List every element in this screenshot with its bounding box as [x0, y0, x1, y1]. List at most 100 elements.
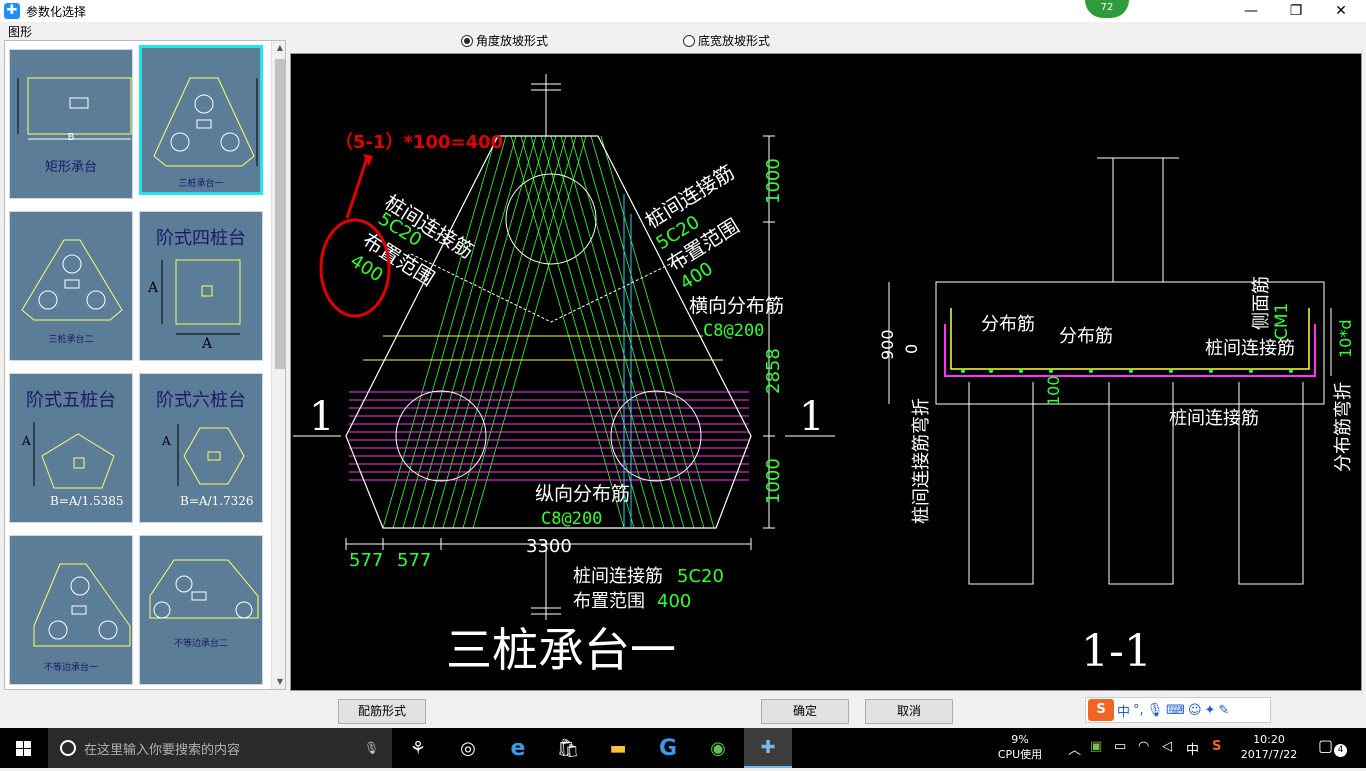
radio-angle-slope[interactable]: 角度放坡形式 — [461, 32, 548, 49]
thumb-caption: 阶式四桩台 — [156, 228, 246, 249]
section-dist-label-2: 分布筋 — [1059, 326, 1113, 347]
section-conn-label: 桩间连接筋 — [1205, 338, 1295, 359]
thumb-three-pile-2[interactable]: 三桩承台二 — [9, 211, 133, 361]
app-icon: ✚ — [4, 3, 20, 19]
scroll-thumb[interactable] — [275, 59, 285, 369]
scroll-up-icon[interactable]: ▲ — [272, 43, 285, 52]
microphone-icon[interactable]: 🎙 — [1147, 703, 1164, 718]
dim-0-group: 0 — [902, 344, 921, 354]
title-bar: ✚ 参数化选择 72 — ❐ ✕ — [0, 0, 1366, 22]
left-bend-label: 桩间连接筋弯折 — [911, 398, 932, 524]
thumb-caption: 不等边承台一 — [43, 663, 98, 673]
ime-punct[interactable]: °, — [1133, 703, 1144, 718]
battery-icon[interactable]: ▭ — [1114, 739, 1126, 754]
section-title: 1-1 — [1081, 626, 1152, 677]
skin-icon[interactable]: ✦ — [1205, 703, 1216, 718]
thumb-rect-cap[interactable]: B 矩形承台 — [9, 49, 133, 199]
dim-width: 3300 — [526, 536, 572, 557]
close-button[interactable]: ✕ — [1318, 0, 1364, 22]
dim-0: 0 — [902, 344, 921, 354]
ok-button[interactable]: 确定 — [761, 699, 849, 724]
microphone-icon[interactable]: 🎙 — [364, 741, 379, 755]
cancel-button[interactable]: 取消 — [865, 699, 953, 724]
bottom-range-value: 400 — [657, 591, 691, 612]
keyboard-icon[interactable]: ⌨ — [1166, 703, 1185, 718]
ime-toolbar[interactable]: S 中 °, 🎙 ⌨ ☺ ✦ ✎ — [1085, 697, 1271, 723]
thumb-step-4pile[interactable]: 阶式四桩台 A A — [139, 211, 263, 361]
dim-top-group: 1000 — [763, 158, 784, 204]
browser-green-icon[interactable]: ◉ — [694, 728, 742, 768]
store-icon[interactable]: 🛍 — [544, 728, 592, 768]
cpu-percent: 9% — [1011, 733, 1029, 746]
minimize-button[interactable]: — — [1228, 0, 1274, 22]
dim-10d: 10*d — [1336, 319, 1355, 358]
thumb-dim-a: A — [148, 280, 159, 296]
dim-10d-group: 10*d — [1336, 319, 1355, 358]
dim-100: 100 — [1044, 375, 1063, 406]
section-mark-left: 1 — [309, 394, 334, 440]
side-rebar-spec: CM1 — [1272, 303, 1292, 340]
clock-date: 2017/7/22 — [1240, 748, 1298, 761]
maximize-button[interactable]: ❐ — [1273, 0, 1319, 22]
thumb-step-6pile[interactable]: 阶式六桩台 A B=A/1.7326 — [139, 373, 263, 523]
thumb-step-5pile[interactable]: 阶式五桩台 A B=A/1.5385 — [9, 373, 133, 523]
taskbar-search[interactable]: 在这里输入你要搜索的内容 🎙 — [48, 728, 392, 768]
cpu-label: CPU使用 — [997, 748, 1043, 761]
cpu-meter[interactable]: 9% CPU使用 — [985, 732, 1055, 762]
task-view-icon[interactable]: ⚘ — [394, 728, 442, 768]
thumb-list-scrollbar[interactable]: ▲ ▼ — [271, 41, 285, 689]
app-swirl-icon[interactable]: ◎ — [444, 728, 492, 768]
left-bend-group: 桩间连接筋弯折 — [911, 398, 932, 524]
clock[interactable]: 10:20 2017/7/22 — [1236, 732, 1302, 762]
thumb-formula: B=A/1.5385 — [50, 494, 124, 508]
network-icon[interactable]: ◠ — [1138, 739, 1149, 754]
sogou-logo-icon[interactable]: S — [1088, 699, 1114, 721]
sogou-tray-icon[interactable]: S — [1212, 739, 1221, 754]
slope-mode-radio-group: 角度放坡形式 底宽放坡形式 — [290, 28, 1362, 52]
horiz-dist-spec: C8@200 — [703, 321, 764, 341]
radio-label: 底宽放坡形式 — [698, 34, 771, 48]
file-explorer-icon[interactable]: ▬ — [594, 728, 642, 768]
start-button[interactable] — [0, 728, 48, 768]
dim-bot-group: 1000 — [763, 458, 784, 504]
annotation-formula: （5-1）*100=400 — [335, 132, 503, 153]
tray-chevron-icon[interactable]: ︿ — [1068, 739, 1081, 758]
ime-mode[interactable]: 中 — [1117, 701, 1130, 720]
shape-thumbnail-list: B 矩形承台 三桩承台一 三桩承台二 阶式四桩台 A A 阶式五桩台 A B=A… — [4, 40, 286, 690]
wrench-icon[interactable]: ✎ — [1218, 703, 1229, 718]
action-center-icon[interactable]: ▢ 4 — [1318, 736, 1354, 760]
input-lang[interactable]: 中 — [1186, 739, 1199, 758]
window-title: 参数化选择 — [26, 4, 87, 19]
thumb-three-pile-1[interactable]: 三桩承台一 — [139, 45, 263, 195]
glodon-app-icon[interactable]: G — [644, 728, 692, 768]
section-conn-label-2: 桩间连接筋 — [1169, 408, 1259, 429]
windows-logo-icon — [16, 741, 31, 756]
thumb-unequal-1[interactable]: 不等边承台一 — [9, 535, 133, 685]
thumb-unequal-2-graphic — [149, 559, 259, 619]
rebar-form-button[interactable]: 配筋形式 — [338, 699, 426, 724]
dim-577-b: 577 — [397, 550, 431, 571]
user-icon[interactable]: ☺ — [1188, 703, 1202, 718]
edge-browser-icon[interactable]: e — [494, 728, 542, 768]
right-bend-label: 分布筋弯折 — [1333, 382, 1354, 472]
volume-icon[interactable]: ◁ — [1162, 739, 1172, 754]
side-rebar-group: 侧面筋 — [1251, 276, 1272, 330]
thumb-unequal-2[interactable]: 不等边承台二 — [139, 535, 263, 685]
scroll-down-icon[interactable]: ▼ — [272, 677, 285, 686]
nvidia-icon[interactable]: ▣ — [1090, 739, 1102, 754]
score-badge[interactable]: 72 — [1085, 0, 1129, 18]
cortana-icon — [60, 740, 76, 756]
pile-section — [968, 382, 1034, 585]
dim-top: 1000 — [763, 158, 784, 204]
radio-checked-icon — [461, 34, 473, 47]
bottom-range-label: 布置范围 — [573, 591, 645, 612]
dim-577-a: 577 — [349, 550, 383, 571]
dim-900-group: 900 — [878, 329, 897, 360]
thumb-caption: 阶式六桩台 — [156, 390, 246, 411]
taskbar: 在这里输入你要搜索的内容 🎙 ⚘ ◎ e 🛍 ▬ G ◉ ✚ 9% CPU使用 … — [0, 728, 1366, 768]
thumb-caption: 不等边承台二 — [173, 639, 228, 649]
radio-bottom-width-slope[interactable]: 底宽放坡形式 — [683, 32, 770, 49]
thumb-caption: 三桩承台二 — [48, 335, 94, 345]
param-app-icon[interactable]: ✚ — [744, 728, 792, 768]
long-dist-spec: C8@200 — [541, 509, 602, 529]
